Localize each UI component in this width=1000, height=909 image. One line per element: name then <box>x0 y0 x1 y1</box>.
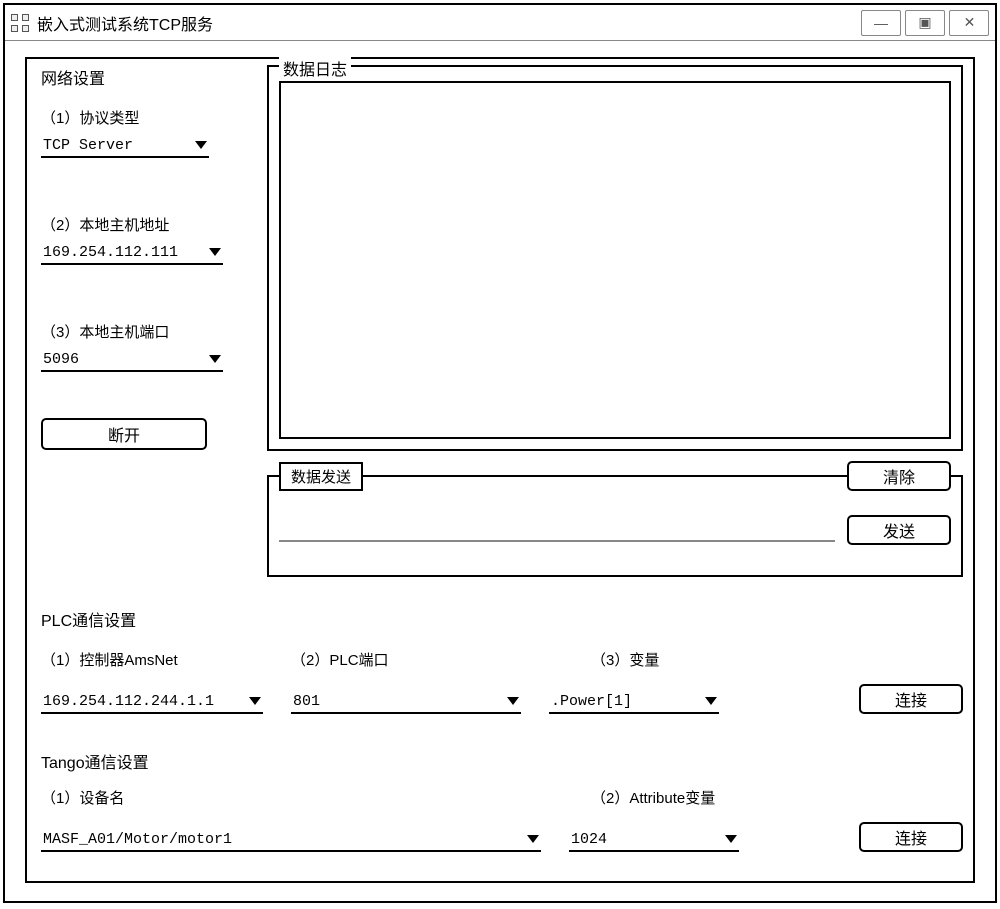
content-area: 网络设置 （1）协议类型 TCP Server （2）本地主机地址 169.25… <box>25 57 975 883</box>
local-port-select[interactable]: 5096 <box>41 348 223 372</box>
close-button[interactable]: ✕ <box>949 10 989 36</box>
clear-button-label: 清除 <box>883 464 915 488</box>
plc-var-label: （3）变量 <box>591 649 659 670</box>
chevron-down-icon <box>705 697 717 705</box>
chevron-down-icon <box>195 141 207 149</box>
maximize-icon: ▣ <box>918 14 931 31</box>
chevron-down-icon <box>507 697 519 705</box>
plc-port-label: （2）PLC端口 <box>291 649 591 670</box>
data-send-title: 数据发送 <box>279 462 363 491</box>
plc-amsnet-select[interactable]: 169.254.112.244.1.1 <box>41 690 263 714</box>
plc-port-value: 801 <box>293 693 501 710</box>
local-host-value: 169.254.112.111 <box>43 244 203 261</box>
window-title: 嵌入式测试系统TCP服务 <box>37 11 213 35</box>
send-input[interactable] <box>279 518 835 542</box>
chevron-down-icon <box>209 248 221 256</box>
tango-group-title: Tango通信设置 <box>41 749 963 773</box>
tango-settings-group: Tango通信设置 （1）设备名 （2）Attribute变量 MASF_A01… <box>41 749 963 852</box>
plc-connect-button-label: 连接 <box>895 687 927 711</box>
tango-attr-label: （2）Attribute变量 <box>591 787 715 808</box>
data-send-panel: 数据发送 清除 发送 <box>267 475 963 577</box>
titlebar: 嵌入式测试系统TCP服务 — ▣ ✕ <box>5 5 995 41</box>
tango-device-value: MASF_A01/Motor/motor1 <box>43 831 521 848</box>
plc-connect-button[interactable]: 连接 <box>859 684 963 714</box>
app-window: 嵌入式测试系统TCP服务 — ▣ ✕ 网络设置 （1）协议类型 TCP Serv… <box>3 3 997 903</box>
tango-attr-select[interactable]: 1024 <box>569 828 739 852</box>
minimize-button[interactable]: — <box>861 10 901 36</box>
local-host-label: （2）本地主机地址 <box>41 214 256 235</box>
plc-group-title: PLC通信设置 <box>41 607 963 631</box>
protocol-type-value: TCP Server <box>43 137 189 154</box>
data-log-title: 数据日志 <box>279 56 351 80</box>
chevron-down-icon <box>209 355 221 363</box>
disconnect-button[interactable]: 断开 <box>41 418 207 450</box>
plc-amsnet-value: 169.254.112.244.1.1 <box>43 693 243 710</box>
disconnect-button-label: 断开 <box>108 422 140 446</box>
app-icon <box>11 14 29 32</box>
chevron-down-icon <box>249 697 261 705</box>
local-host-select[interactable]: 169.254.112.111 <box>41 241 223 265</box>
plc-amsnet-label: （1）控制器AmsNet <box>41 649 291 670</box>
chevron-down-icon <box>725 835 737 843</box>
tango-connect-button[interactable]: 连接 <box>859 822 963 852</box>
maximize-button[interactable]: ▣ <box>905 10 945 36</box>
plc-var-value: .Power[1] <box>551 693 699 710</box>
plc-port-select[interactable]: 801 <box>291 690 521 714</box>
chevron-down-icon <box>527 835 539 843</box>
send-button-label: 发送 <box>883 518 915 542</box>
plc-var-select[interactable]: .Power[1] <box>549 690 719 714</box>
network-group-title: 网络设置 <box>41 65 256 89</box>
close-icon: ✕ <box>964 14 975 31</box>
network-settings-group: 网络设置 （1）协议类型 TCP Server （2）本地主机地址 169.25… <box>41 65 256 450</box>
tango-attr-value: 1024 <box>571 831 719 848</box>
tango-connect-button-label: 连接 <box>895 825 927 849</box>
minimize-icon: — <box>874 15 888 31</box>
clear-button[interactable]: 清除 <box>847 461 951 491</box>
data-log-panel: 数据日志 <box>267 65 963 451</box>
local-port-label: （3）本地主机端口 <box>41 321 256 342</box>
data-log-textarea[interactable] <box>279 81 951 439</box>
local-port-value: 5096 <box>43 351 203 368</box>
tango-device-select[interactable]: MASF_A01/Motor/motor1 <box>41 828 541 852</box>
protocol-type-select[interactable]: TCP Server <box>41 134 209 158</box>
plc-settings-group: PLC通信设置 （1）控制器AmsNet （2）PLC端口 （3）变量 169.… <box>41 607 963 714</box>
tango-device-label: （1）设备名 <box>41 787 591 808</box>
send-button[interactable]: 发送 <box>847 515 951 545</box>
protocol-type-label: （1）协议类型 <box>41 107 256 128</box>
